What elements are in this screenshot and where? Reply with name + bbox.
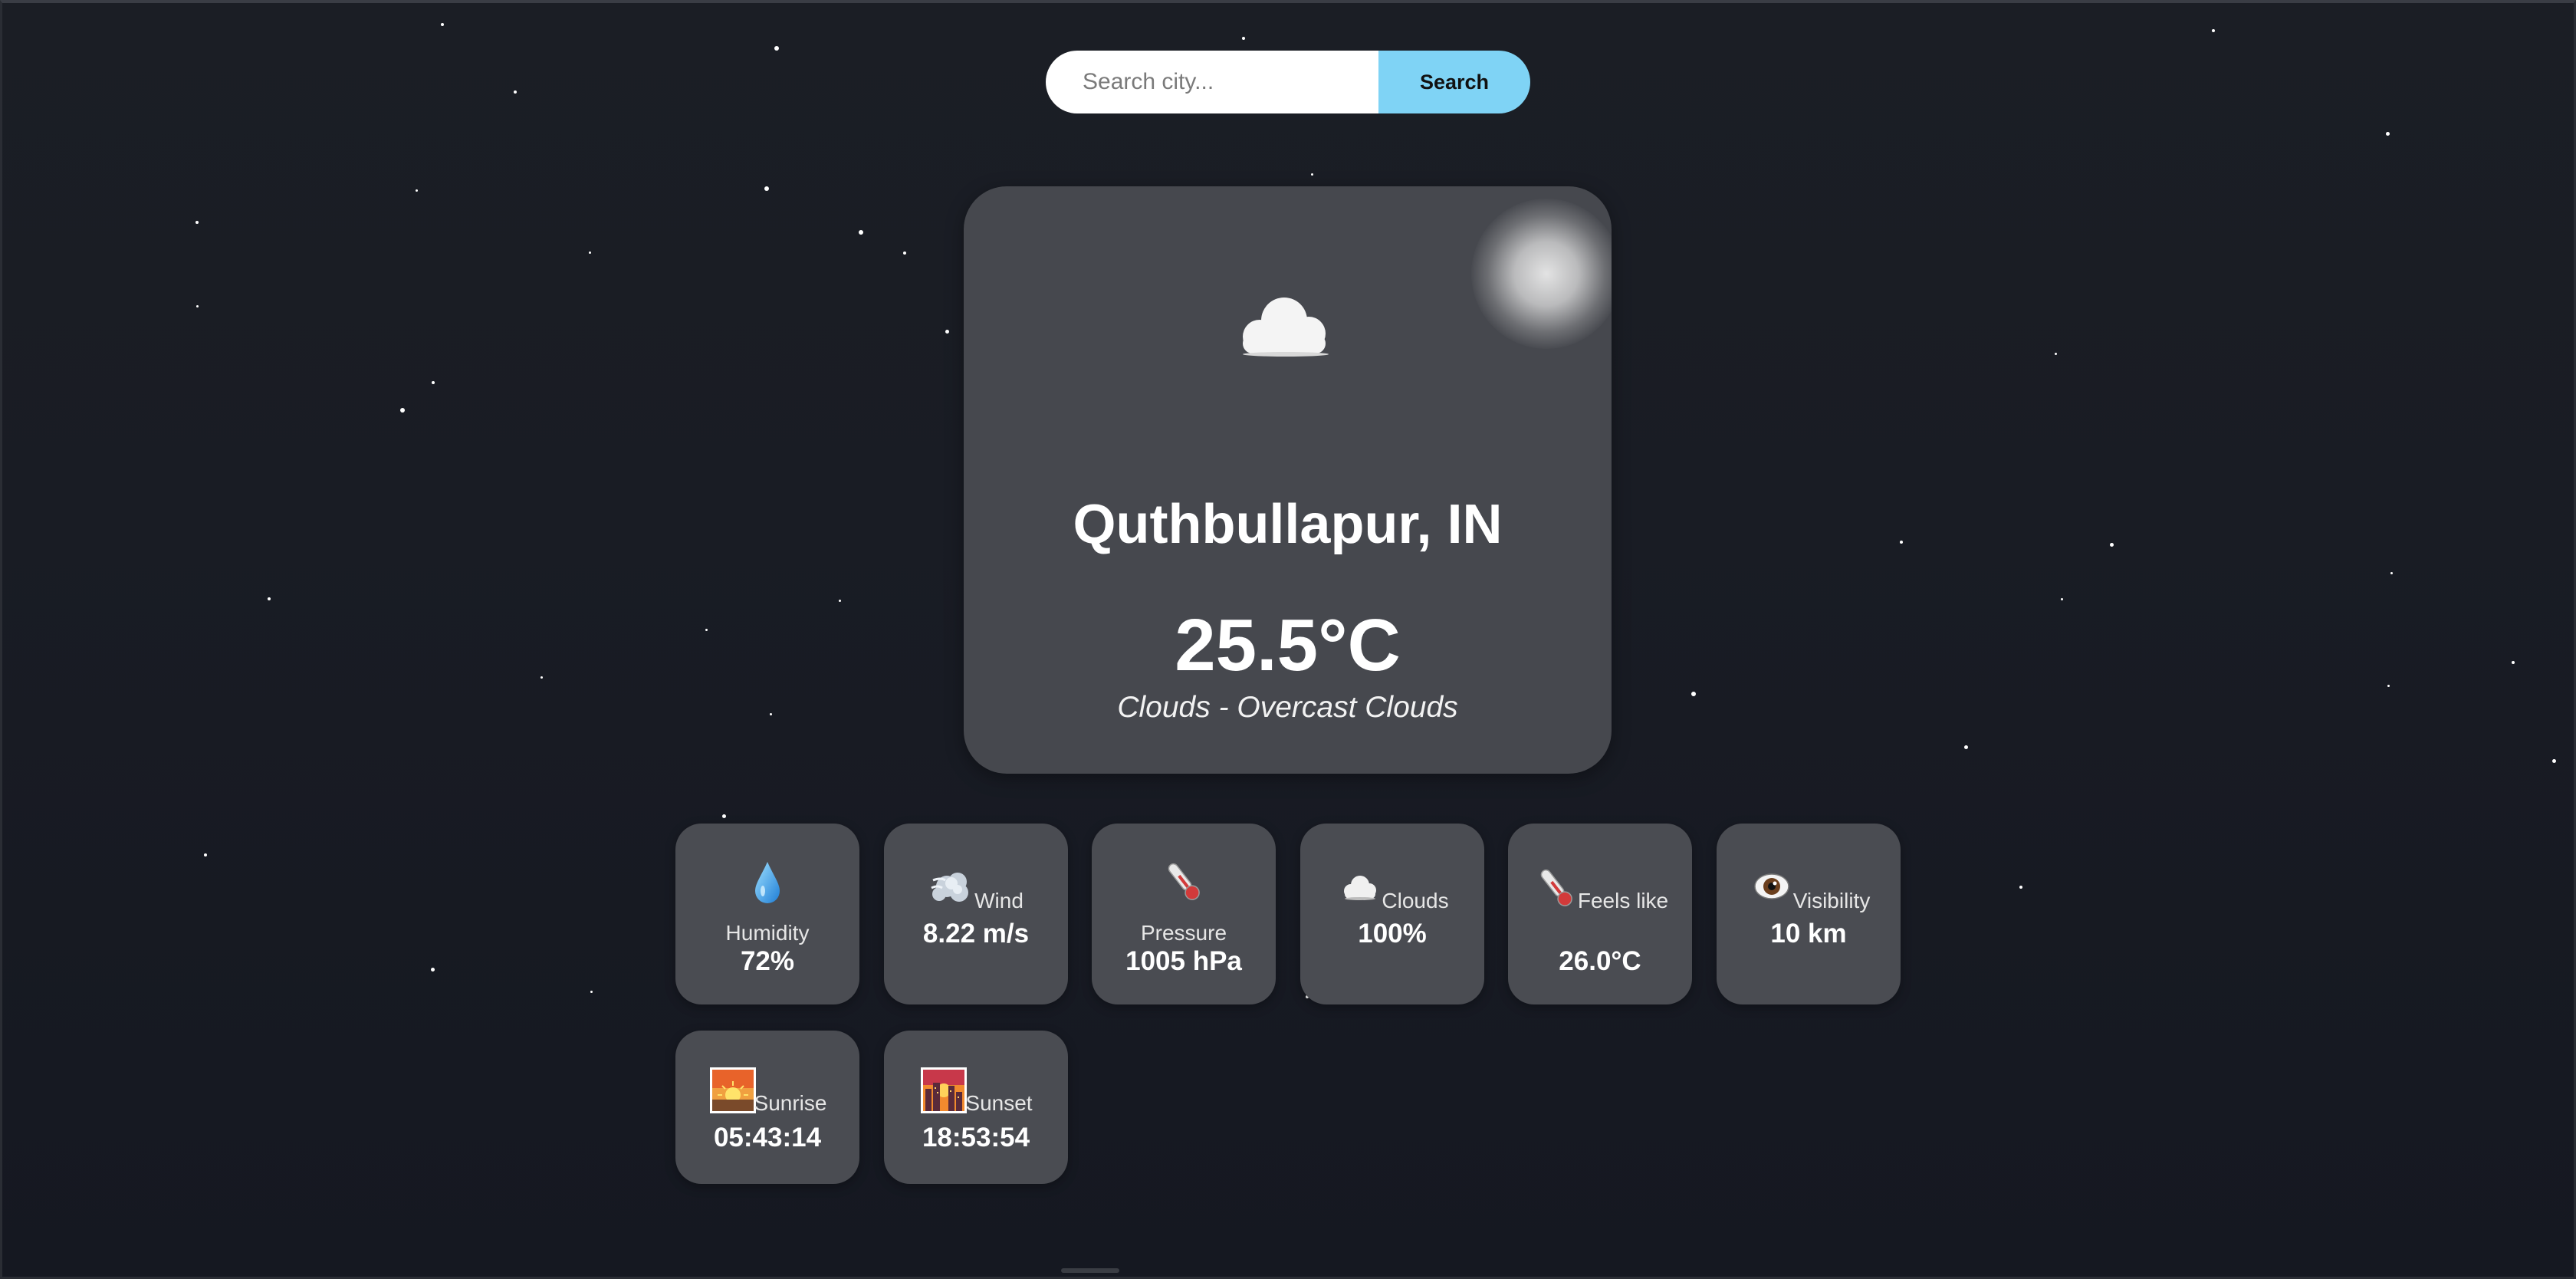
moon-glow: [1471, 199, 1612, 349]
thermometer-icon: [1092, 857, 1276, 910]
visibility-tile: Visibility 10 km: [1717, 824, 1901, 1004]
bottom-handle: [1061, 1268, 1119, 1273]
pressure-label: Pressure: [1140, 921, 1227, 945]
sunset-label: Sunset: [965, 1091, 1033, 1115]
visibility-label: Visibility: [1792, 889, 1871, 912]
humidity-tile: Humidity 72%: [675, 824, 859, 1004]
search-bar: Search: [1046, 51, 1530, 113]
search-input[interactable]: [1046, 51, 1378, 113]
city-name: Quthbullapur, IN: [1073, 494, 1503, 555]
feels-like-label: Feels like: [1577, 889, 1669, 912]
feels-like-value: 26.0°C: [1559, 946, 1641, 976]
visibility-value: 10 km: [1770, 919, 1847, 949]
wind-value: 8.22 m/s: [922, 919, 1030, 949]
current-weather-card: Quthbullapur, IN 25.5°C Clouds - Overcas…: [964, 186, 1612, 774]
weather-description: Clouds - Overcast Clouds: [1117, 691, 1458, 724]
wind-label: Wind: [974, 889, 1024, 912]
sunset-tile: Sunset 18:53:54: [884, 1031, 1068, 1184]
wind-tile: Wind 8.22 m/s: [884, 824, 1068, 1004]
thermometer-icon: [1532, 863, 1581, 912]
eye-icon: [1747, 863, 1796, 912]
feels-like-tile: Feels like 26.0°C: [1508, 824, 1692, 1004]
clouds-tile: Clouds 100%: [1300, 824, 1484, 1004]
droplet-icon: [675, 860, 859, 910]
wind-icon: [928, 863, 978, 912]
pressure-value: 1005 hPa: [1125, 946, 1242, 976]
current-temperature: 25.5°C: [1175, 604, 1401, 686]
cloud-icon: [1224, 286, 1347, 370]
pressure-tile: Pressure 1005 hPa: [1092, 824, 1276, 1004]
cloud-icon: [1336, 863, 1385, 912]
humidity-value: 72%: [740, 946, 795, 976]
sunrise-tile: Sunrise 05:43:14: [675, 1031, 859, 1184]
search-button[interactable]: Search: [1378, 51, 1530, 113]
sunset-icon: [919, 1066, 968, 1115]
sunrise-icon: [708, 1066, 757, 1115]
clouds-value: 100%: [1358, 919, 1427, 949]
humidity-label: Humidity: [725, 921, 810, 945]
sunset-value: 18:53:54: [922, 1123, 1030, 1152]
sunrise-label: Sunrise: [754, 1091, 827, 1115]
clouds-label: Clouds: [1382, 889, 1449, 912]
sunrise-value: 05:43:14: [713, 1123, 822, 1152]
